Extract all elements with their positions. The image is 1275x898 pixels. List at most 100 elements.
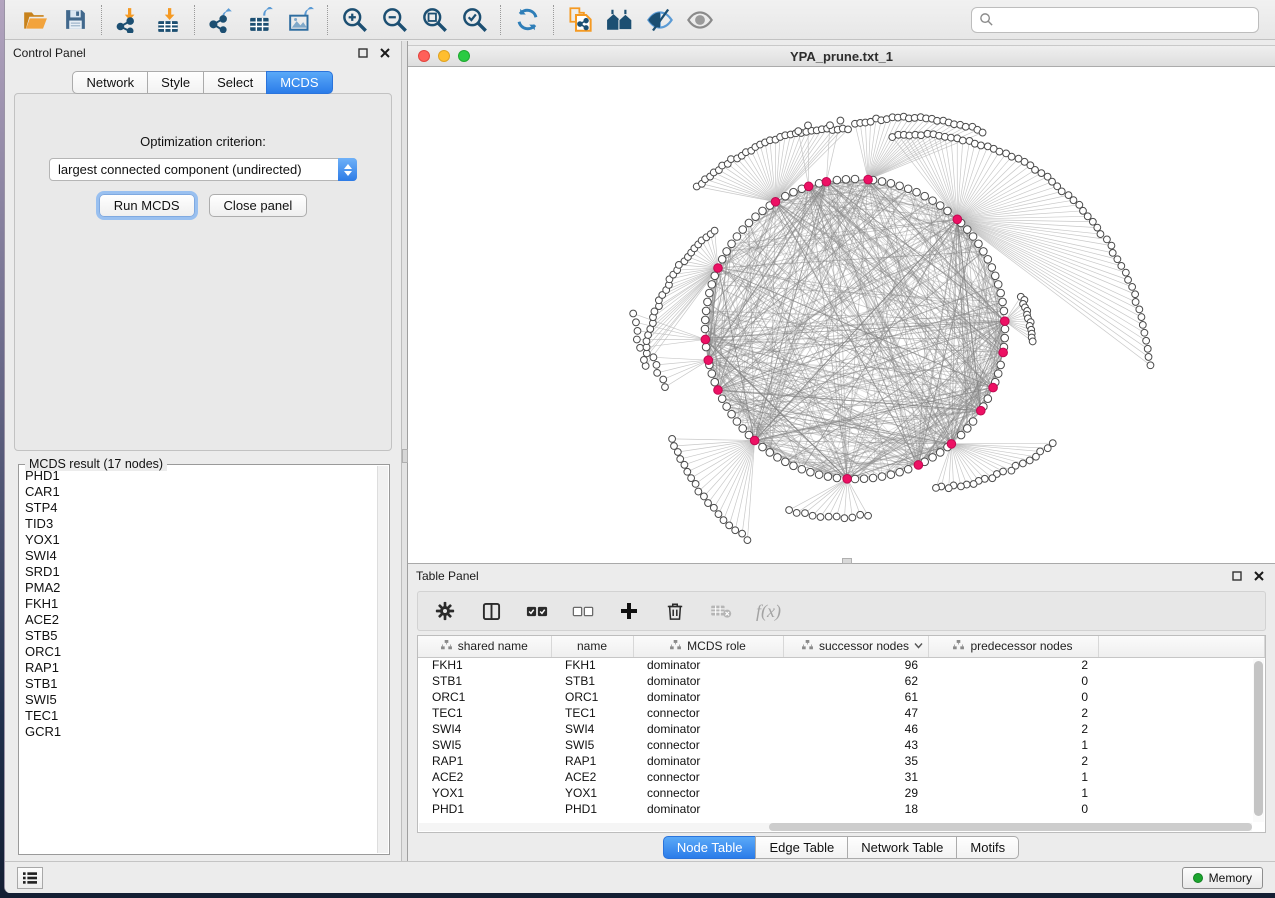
column-header-name[interactable]: name <box>551 636 633 657</box>
table-cell[interactable]: 62 <box>783 673 928 689</box>
table-cell[interactable]: RAP1 <box>551 753 633 769</box>
mcds-list-scrollbar[interactable] <box>377 466 388 853</box>
tab-mcds[interactable]: MCDS <box>266 71 332 94</box>
mcds-result-item[interactable]: SRD1 <box>22 564 376 580</box>
table-cell[interactable]: connector <box>633 705 783 721</box>
table-cell[interactable]: PHD1 <box>551 801 633 817</box>
table-cell[interactable]: connector <box>633 785 783 801</box>
table-row[interactable]: ORC1ORC1dominator610 <box>418 689 1265 705</box>
table-cell[interactable]: SWI5 <box>551 737 633 753</box>
network-window-titlebar[interactable]: YPA_prune.txt_1 <box>408 45 1275 67</box>
search-input[interactable] <box>999 12 1251 27</box>
mcds-result-item[interactable]: ORC1 <box>22 644 376 660</box>
table-cell[interactable]: STB1 <box>418 673 551 689</box>
close-panel-button[interactable]: Close panel <box>209 194 308 217</box>
table-cell[interactable]: dominator <box>633 721 783 737</box>
open-file-icon[interactable] <box>21 6 49 34</box>
table-cell[interactable]: RAP1 <box>418 753 551 769</box>
table-cell[interactable]: 0 <box>928 689 1098 705</box>
task-history-button[interactable] <box>17 867 43 889</box>
table-cell[interactable]: FKH1 <box>418 657 551 673</box>
float-table-panel-icon[interactable] <box>1229 568 1245 584</box>
table-cell[interactable]: 29 <box>783 785 928 801</box>
table-cell[interactable]: 61 <box>783 689 928 705</box>
mcds-result-item[interactable]: ACE2 <box>22 612 376 628</box>
table-row[interactable]: STB1STB1dominator620 <box>418 673 1265 689</box>
table-cell[interactable]: TEC1 <box>418 705 551 721</box>
table-cell[interactable]: PHD1 <box>418 801 551 817</box>
mcds-result-item[interactable]: SWI4 <box>22 548 376 564</box>
tab-node-table[interactable]: Node Table <box>663 836 757 859</box>
table-cell[interactable]: 1 <box>928 737 1098 753</box>
column-header-predecessor-nodes[interactable]: predecessor nodes <box>928 636 1098 657</box>
delete-column-icon[interactable] <box>664 600 686 622</box>
table-row[interactable]: ACE2ACE2connector311 <box>418 769 1265 785</box>
column-header-mcds-role[interactable]: MCDS role <box>633 636 783 657</box>
zoom-selected-icon[interactable] <box>460 6 488 34</box>
mcds-result-item[interactable]: CAR1 <box>22 484 376 500</box>
table-cell[interactable]: FKH1 <box>551 657 633 673</box>
mcds-result-item[interactable]: YOX1 <box>22 532 376 548</box>
mcds-result-item[interactable]: STB5 <box>22 628 376 644</box>
import-table-icon[interactable] <box>154 6 182 34</box>
table-cell[interactable]: 0 <box>928 673 1098 689</box>
show-columns-icon[interactable] <box>480 600 502 622</box>
table-cell[interactable]: dominator <box>633 673 783 689</box>
run-mcds-button[interactable]: Run MCDS <box>99 194 195 217</box>
table-cell[interactable]: dominator <box>633 801 783 817</box>
table-cell[interactable]: 2 <box>928 705 1098 721</box>
table-cell[interactable]: 46 <box>783 721 928 737</box>
table-cell[interactable]: 2 <box>928 721 1098 737</box>
table-cell[interactable]: ACE2 <box>551 769 633 785</box>
table-horizontal-scrollbar[interactable] <box>419 823 1252 831</box>
table-cell[interactable]: ORC1 <box>551 689 633 705</box>
table-row[interactable]: TEC1TEC1connector472 <box>418 705 1265 721</box>
save-session-icon[interactable] <box>61 6 89 34</box>
table-cell[interactable]: YOX1 <box>551 785 633 801</box>
table-row[interactable]: RAP1RAP1dominator352 <box>418 753 1265 769</box>
table-settings-gear-icon[interactable] <box>434 600 456 622</box>
mcds-result-item[interactable]: STP4 <box>22 500 376 516</box>
horizontal-splitter-grip[interactable] <box>842 558 852 564</box>
table-cell[interactable]: connector <box>633 769 783 785</box>
column-header-shared-name[interactable]: shared name <box>418 636 551 657</box>
zoom-fit-icon[interactable] <box>420 6 448 34</box>
clone-network-icon[interactable] <box>566 6 594 34</box>
network-canvas[interactable] <box>408 67 1275 563</box>
tab-network-table[interactable]: Network Table <box>847 836 957 859</box>
import-network-icon[interactable] <box>114 6 142 34</box>
float-panel-icon[interactable] <box>355 45 371 61</box>
tab-select[interactable]: Select <box>203 71 267 94</box>
column-header-successor-nodes[interactable]: successor nodes <box>783 636 928 657</box>
table-vertical-scrollbar[interactable] <box>1253 659 1264 822</box>
table-cell[interactable]: dominator <box>633 753 783 769</box>
mcds-result-item[interactable]: PMA2 <box>22 580 376 596</box>
mcds-result-item[interactable]: SWI5 <box>22 692 376 708</box>
table-cell[interactable]: 2 <box>928 657 1098 673</box>
table-cell[interactable]: ORC1 <box>418 689 551 705</box>
mcds-result-item[interactable]: GCR1 <box>22 724 376 740</box>
mcds-result-item[interactable]: STB1 <box>22 676 376 692</box>
table-cell[interactable]: 1 <box>928 785 1098 801</box>
table-row[interactable]: PHD1PHD1dominator180 <box>418 801 1265 817</box>
memory-button[interactable]: Memory <box>1182 867 1263 889</box>
tab-edge-table[interactable]: Edge Table <box>755 836 848 859</box>
zoom-out-icon[interactable] <box>380 6 408 34</box>
table-cell[interactable]: 31 <box>783 769 928 785</box>
refresh-icon[interactable] <box>513 6 541 34</box>
add-column-icon[interactable] <box>618 600 640 622</box>
table-cell[interactable]: YOX1 <box>418 785 551 801</box>
close-panel-icon[interactable] <box>377 45 393 61</box>
table-cell[interactable]: STB1 <box>551 673 633 689</box>
tab-motifs[interactable]: Motifs <box>956 836 1019 859</box>
table-cell[interactable]: dominator <box>633 657 783 673</box>
export-image-icon[interactable] <box>287 6 315 34</box>
table-cell[interactable]: ACE2 <box>418 769 551 785</box>
close-table-panel-icon[interactable] <box>1251 568 1267 584</box>
hide-selected-icon[interactable] <box>646 6 674 34</box>
mcds-result-item[interactable]: TID3 <box>22 516 376 532</box>
vertical-splitter[interactable] <box>401 41 408 861</box>
table-cell[interactable]: TEC1 <box>551 705 633 721</box>
table-cell[interactable]: 96 <box>783 657 928 673</box>
tab-network[interactable]: Network <box>72 71 148 94</box>
